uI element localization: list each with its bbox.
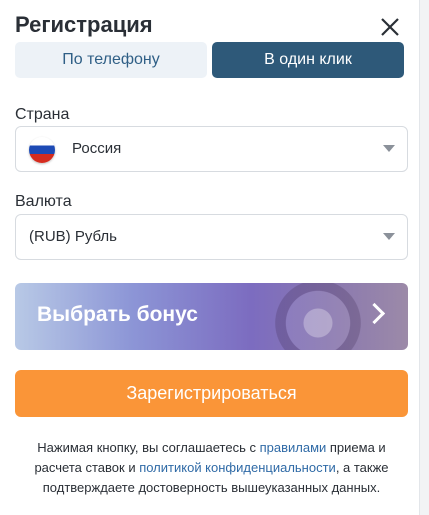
currency-label: Валюта	[15, 193, 72, 210]
russia-flag-icon	[29, 137, 55, 163]
modal-title: Регистрация	[15, 12, 153, 37]
tab-by-phone[interactable]: По телефону	[15, 42, 207, 78]
country-select[interactable]: Россия	[15, 126, 408, 172]
tab-one-click-label: В один клик	[264, 51, 352, 68]
close-icon[interactable]	[378, 15, 402, 39]
country-value: Россия	[72, 140, 122, 157]
register-button[interactable]: Зарегистрироваться	[15, 370, 408, 417]
registration-modal: Регистрация По телефону В один клик Стра…	[0, 0, 420, 515]
currency-value: (RUB) Рубль	[29, 228, 117, 245]
chevron-down-icon	[383, 233, 395, 240]
terms-text-1: Нажимая кнопку, вы соглашаетесь с	[37, 440, 260, 455]
chevron-down-icon	[383, 145, 395, 152]
terms-notice: Нажимая кнопку, вы соглашаетесь с правил…	[15, 438, 408, 498]
currency-select[interactable]: (RUB) Рубль	[15, 214, 408, 260]
privacy-policy-link[interactable]: политикой конфиденциальности	[139, 460, 336, 475]
register-button-label: Зарегистрироваться	[126, 383, 297, 403]
tab-one-click[interactable]: В один клик	[212, 42, 404, 78]
roulette-decoration	[268, 283, 368, 350]
country-label: Страна	[15, 106, 70, 123]
choose-bonus-label: Выбрать бонус	[37, 303, 198, 326]
choose-bonus-button[interactable]: Выбрать бонус	[15, 283, 408, 350]
tab-by-phone-label: По телефону	[62, 51, 160, 68]
rules-link[interactable]: правилами	[260, 440, 327, 455]
